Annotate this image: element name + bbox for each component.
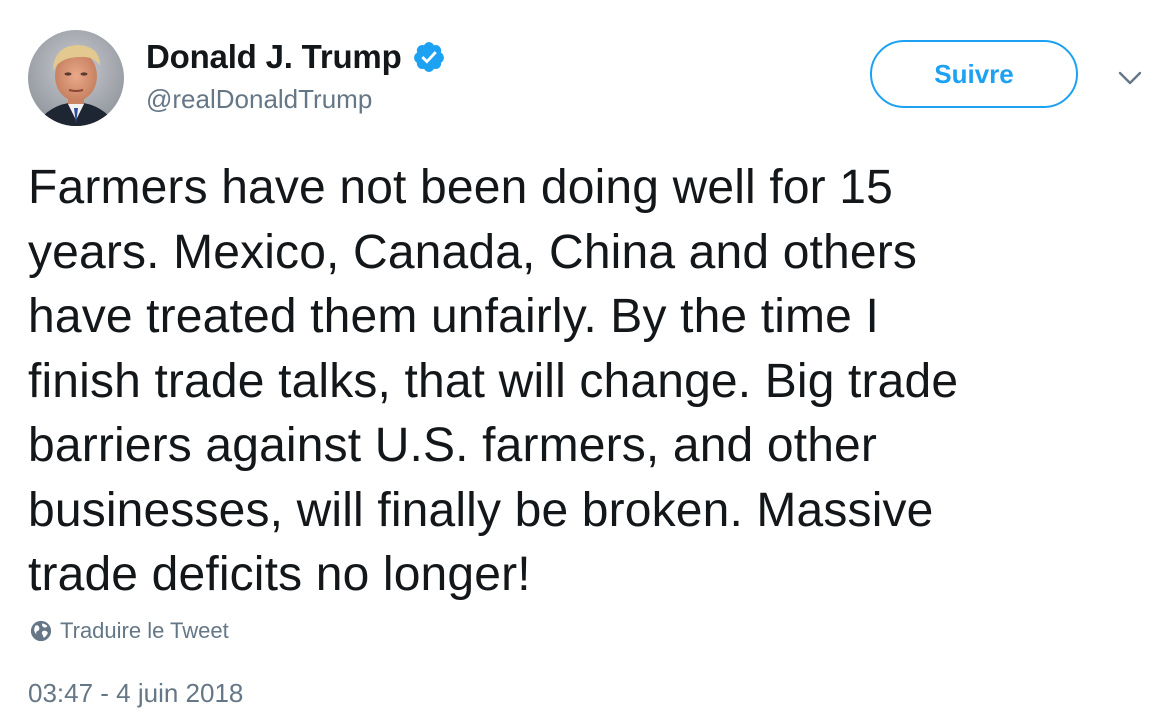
display-name[interactable]: Donald J. Trump bbox=[146, 38, 402, 76]
follow-button[interactable]: Suivre bbox=[870, 40, 1078, 108]
translate-link[interactable]: Traduire le Tweet bbox=[30, 618, 229, 644]
chevron-down-icon[interactable] bbox=[1112, 60, 1148, 96]
translate-label: Traduire le Tweet bbox=[60, 618, 229, 643]
globe-icon bbox=[30, 620, 52, 642]
user-handle[interactable]: @realDonaldTrump bbox=[146, 84, 446, 115]
tweet-text: Farmers have not been doing well for 15 … bbox=[28, 161, 959, 601]
tweet-timestamp[interactable]: 03:47 - 4 juin 2018 bbox=[28, 678, 243, 709]
profile-photo-icon bbox=[28, 30, 124, 126]
avatar[interactable] bbox=[28, 30, 124, 126]
author-block: Donald J. Trump @realDonaldTrump bbox=[146, 36, 446, 115]
name-row: Donald J. Trump bbox=[146, 36, 446, 78]
tweet-card: Donald J. Trump @realDonaldTrump Suivre … bbox=[0, 0, 1172, 724]
verified-badge-icon bbox=[413, 42, 444, 72]
